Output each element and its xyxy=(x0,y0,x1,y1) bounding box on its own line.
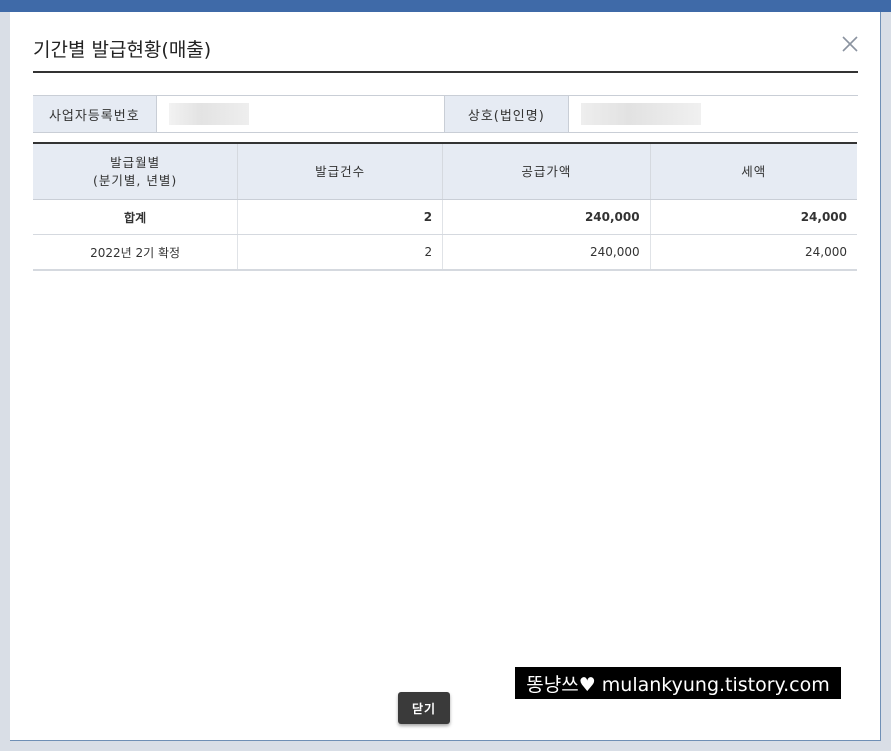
row-count: 2 xyxy=(237,234,443,271)
header-count: 발급건수 xyxy=(237,143,443,200)
background-app-right xyxy=(881,12,891,751)
issuance-table: 발급월별 (분기별, 년별) 발급건수 공급가액 세액 합계 2 240,000… xyxy=(33,142,857,271)
total-count: 2 xyxy=(237,199,443,235)
table-row[interactable]: 2022년 2기 확정 2 240,000 24,000 xyxy=(33,234,857,271)
table-header-row: 발급월별 (분기별, 년별) 발급건수 공급가액 세액 xyxy=(33,143,857,200)
company-name-label: 상호(법인명) xyxy=(445,96,569,132)
business-info-row: 사업자등록번호 상호(법인명) xyxy=(33,95,858,133)
row-tax: 24,000 xyxy=(649,234,857,271)
business-no-label: 사업자등록번호 xyxy=(33,96,157,132)
background-app-left xyxy=(0,12,10,751)
background-app-bottom xyxy=(0,741,891,751)
row-supply: 240,000 xyxy=(442,234,651,271)
redacted-company-name xyxy=(580,103,701,125)
header-tax: 세액 xyxy=(649,143,857,200)
row-period: 2022년 2기 확정 xyxy=(33,234,238,271)
period-issuance-modal: 기간별 발급현황(매출) 사업자등록번호 상호(법인명) 발급월별 (분기별, … xyxy=(10,12,880,740)
header-supply-amount: 공급가액 xyxy=(442,143,651,200)
business-no-value xyxy=(156,96,445,132)
title-divider xyxy=(33,71,858,73)
total-label: 합계 xyxy=(33,199,238,235)
company-name-value xyxy=(568,96,858,132)
watermark-label: 똥냥쓰♥ mulankyung.tistory.com xyxy=(515,667,841,699)
close-button[interactable]: 닫기 xyxy=(398,692,450,724)
header-period: 발급월별 (분기별, 년별) xyxy=(33,143,238,200)
total-tax: 24,000 xyxy=(649,199,857,235)
close-icon[interactable] xyxy=(840,34,860,54)
modal-title: 기간별 발급현황(매출) xyxy=(33,39,212,61)
table-row-total: 합계 2 240,000 24,000 xyxy=(33,199,857,235)
total-supply: 240,000 xyxy=(442,199,651,235)
background-app-header xyxy=(0,0,891,12)
redacted-business-no xyxy=(168,103,249,125)
